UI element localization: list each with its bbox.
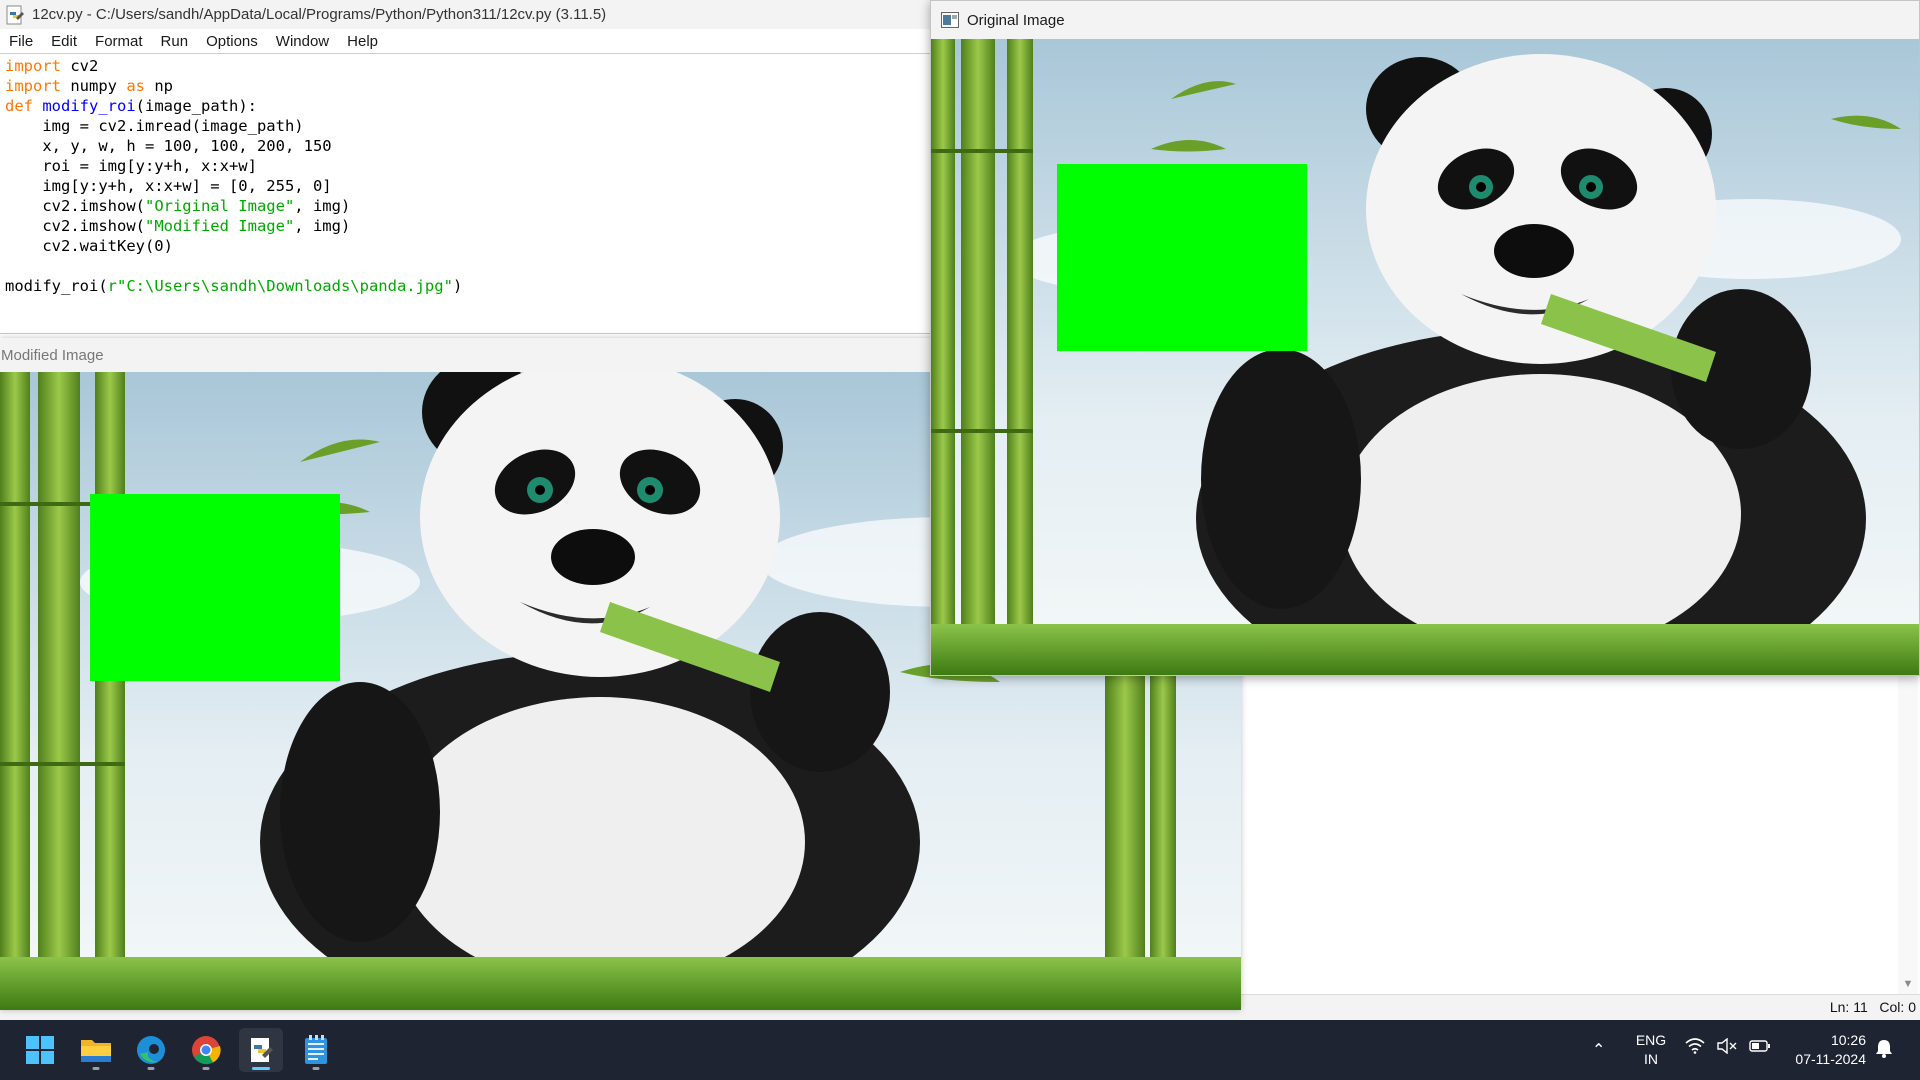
original-image-canvas	[931, 39, 1919, 675]
modified-image-title: Modified Image	[1, 346, 104, 364]
menu-window[interactable]: Window	[267, 29, 338, 54]
file-explorer-icon	[81, 1040, 111, 1062]
clock-date: 07-11-2024	[1795, 1051, 1866, 1067]
python-file-icon	[6, 5, 24, 24]
code-line-1: import cv2	[5, 57, 99, 75]
taskbar-idle[interactable]	[239, 1028, 283, 1072]
idle-window-title: 12cv.py - C:/Users/sandh/AppData/Local/P…	[32, 6, 607, 23]
taskbar	[0, 1020, 1920, 1080]
clock-time: 10:26	[1830, 1032, 1866, 1048]
system-tray-icons[interactable]	[1685, 1038, 1771, 1054]
language-code: ENG	[1635, 1032, 1667, 1048]
taskbar-file-explorer[interactable]	[74, 1028, 118, 1072]
menu-run[interactable]: Run	[152, 29, 198, 54]
notepad-icon	[305, 1035, 327, 1064]
code-line-11: ​	[5, 256, 462, 276]
idle-python-icon	[251, 1038, 273, 1062]
running-indicator	[312, 1067, 320, 1070]
show-hidden-icons-chevron-icon[interactable]: ⌃	[1592, 1040, 1605, 1060]
original-image-title: Original Image	[967, 11, 1065, 29]
chrome-browser-icon	[192, 1036, 221, 1065]
input-language-indicator[interactable]: ENG IN	[1634, 1031, 1668, 1069]
code-line-8: cv2.imshow("Original Image", img)	[5, 197, 351, 215]
taskbar-notepad[interactable]	[294, 1028, 338, 1072]
code-line-9: cv2.imshow("Modified Image", img)	[5, 217, 351, 235]
desktop: 12cv.py - C:/Users/sandh/AppData/Local/P…	[0, 0, 1920, 1080]
wifi-icon[interactable]	[1685, 1038, 1705, 1054]
running-indicator	[202, 1067, 210, 1070]
code-line-12: modify_roi(r"C:\Users\sandh\Downloads\pa…	[5, 277, 463, 295]
code-line-5: x, y, w, h = 100, 100, 200, 150	[5, 137, 332, 155]
cursor-position: Ln: 11 Col: 0	[1829, 999, 1916, 1015]
windows-start-button[interactable]	[18, 1028, 62, 1072]
menu-help[interactable]: Help	[338, 29, 387, 54]
original-image-window: Original Image	[930, 0, 1920, 676]
taskbar-clock[interactable]: 10:26 07-11-2024	[1782, 1031, 1866, 1069]
original-image-titlebar[interactable]: Original Image	[931, 1, 1919, 39]
battery-icon[interactable]	[1749, 1039, 1771, 1053]
menu-format[interactable]: Format	[86, 29, 152, 54]
menu-file[interactable]: File	[0, 29, 42, 54]
image-window-icon	[941, 12, 959, 28]
active-indicator	[252, 1067, 270, 1070]
menu-edit[interactable]: Edit	[42, 29, 86, 54]
volume-muted-icon[interactable]	[1717, 1038, 1737, 1054]
code-line-3: def modify_roi(image_path):	[5, 97, 257, 115]
taskbar-chrome[interactable]	[184, 1028, 228, 1072]
roi-green-rectangle	[90, 494, 340, 681]
roi-green-rectangle	[1057, 164, 1307, 351]
code-line-10: cv2.waitKey(0)	[5, 237, 173, 255]
running-indicator	[92, 1067, 100, 1070]
code-line-6: roi = img[y:y+h, x:x+w]	[5, 157, 257, 175]
code-line-7: img[y:y+h, x:x+w] = [0, 255, 0]	[5, 177, 332, 195]
code-editor[interactable]: import cv2 import numpy as np def modify_r…	[0, 54, 930, 334]
code-text[interactable]: import cv2 import numpy as np def modify_r…	[5, 56, 462, 296]
running-indicator	[147, 1067, 155, 1070]
panda-image	[931, 39, 1919, 675]
code-line-4: img = cv2.imread(image_path)	[5, 117, 304, 135]
code-line-2: import numpy as np	[5, 77, 173, 95]
windows-start-icon	[26, 1036, 54, 1064]
menu-options[interactable]: Options	[197, 29, 267, 54]
scroll-down-arrow-icon[interactable]: ▼	[1898, 974, 1918, 994]
edge-browser-icon	[137, 1036, 165, 1064]
region-code: IN	[1644, 1051, 1658, 1067]
notification-bell-icon[interactable]	[1875, 1038, 1893, 1058]
taskbar-edge[interactable]	[129, 1028, 173, 1072]
